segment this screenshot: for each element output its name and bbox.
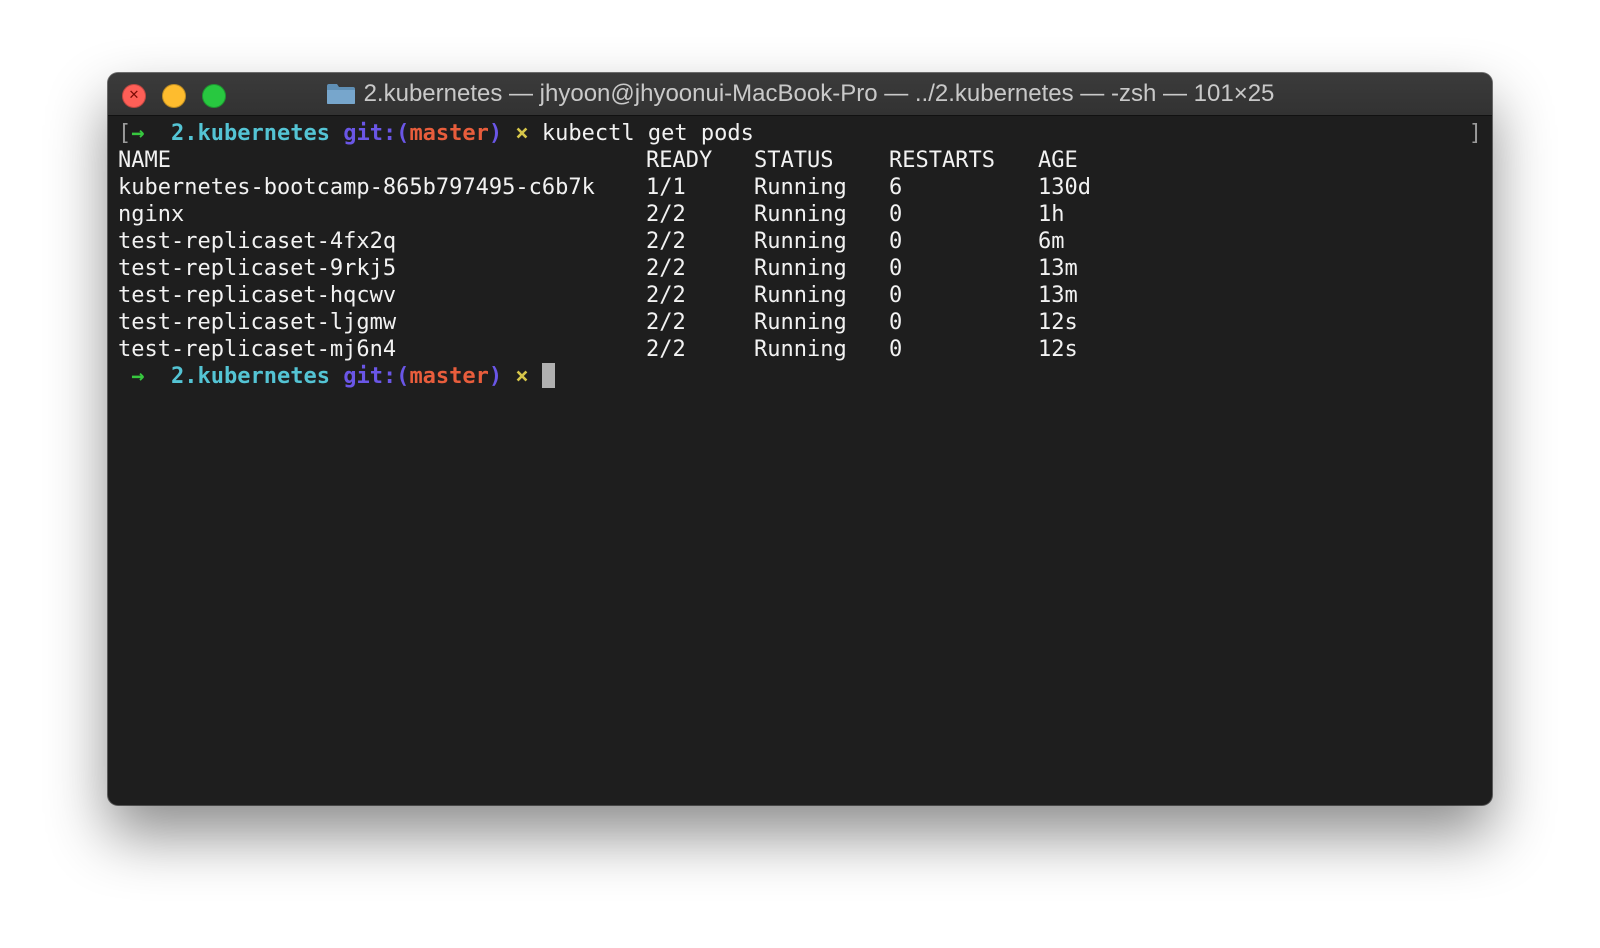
- terminal-content[interactable]: [→ 2.kubernetes git:(master) × kubectl g…: [108, 116, 1492, 805]
- table-row: test-replicaset-mj6n4 2/2 Running 0 12s: [118, 336, 1492, 363]
- prompt-git-prefix: git:(: [343, 364, 410, 389]
- header-age: AGE: [1038, 148, 1078, 173]
- text-cursor[interactable]: [541, 363, 555, 388]
- table-row: nginx 2/2 Running 0 1h: [118, 201, 1492, 228]
- pod-name: kubernetes-bootcamp-865b797495-c6b7k: [118, 175, 595, 200]
- pod-ready: 1/1: [646, 175, 686, 200]
- prompt-line-command: [→ 2.kubernetes git:(master) × kubectl g…: [118, 120, 1492, 147]
- prompt-git-prefix: git:(: [343, 121, 410, 146]
- prompt-directory: 2.kubernetes: [171, 364, 330, 389]
- prompt-dirty-mark: ×: [515, 121, 529, 146]
- pod-restarts: 0: [889, 310, 903, 335]
- header-status: STATUS: [754, 148, 834, 173]
- table-row: test-replicaset-ljgmw 2/2 Running 0 12s: [118, 309, 1492, 336]
- pod-ready: 2/2: [646, 337, 686, 362]
- window-title-area: 2.kubernetes — jhyoon@jhyoonui-MacBook-P…: [108, 73, 1492, 115]
- pod-restarts: 0: [889, 337, 903, 362]
- pod-name: nginx: [118, 202, 185, 227]
- pod-name: test-replicaset-4fx2q: [118, 229, 397, 254]
- pod-status: Running: [754, 337, 847, 362]
- table-row: test-replicaset-9rkj5 2/2 Running 0 13m: [118, 255, 1492, 282]
- prompt-branch: master: [409, 121, 489, 146]
- prompt-git-suffix: ): [488, 364, 503, 389]
- title-bar[interactable]: ✕ 2.kubernetes — jhyoon@jhyoonui-MacBook…: [108, 73, 1492, 116]
- table-row: test-replicaset-hqcwv 2/2 Running 0 13m: [118, 282, 1492, 309]
- pod-ready: 2/2: [646, 202, 686, 227]
- table-row: test-replicaset-4fx2q 2/2 Running 0 6m: [118, 228, 1492, 255]
- pod-age: 1h: [1038, 202, 1065, 227]
- pod-restarts: 0: [889, 256, 903, 281]
- prompt-git-suffix: ): [488, 121, 503, 146]
- pod-age: 12s: [1038, 310, 1078, 335]
- pod-restarts: 0: [889, 229, 903, 254]
- terminal-window: ✕ 2.kubernetes — jhyoon@jhyoonui-MacBook…: [108, 73, 1492, 805]
- prompt-dirty-mark: ×: [515, 364, 529, 389]
- table-row: kubernetes-bootcamp-865b797495-c6b7k 1/1…: [118, 174, 1492, 201]
- folder-icon: [326, 84, 355, 104]
- pod-name: test-replicaset-ljgmw: [118, 310, 397, 335]
- pod-age: 6m: [1038, 229, 1065, 254]
- pod-ready: 2/2: [646, 283, 686, 308]
- pod-restarts: 0: [889, 202, 903, 227]
- pod-name: test-replicaset-9rkj5: [118, 256, 397, 281]
- pod-restarts: 6: [889, 175, 903, 200]
- pod-ready: 2/2: [646, 229, 686, 254]
- pod-age: 13m: [1038, 283, 1078, 308]
- header-restarts: RESTARTS: [889, 148, 995, 173]
- prompt-branch: master: [409, 364, 489, 389]
- pod-name: test-replicaset-mj6n4: [118, 337, 397, 362]
- window-title: 2.kubernetes — jhyoon@jhyoonui-MacBook-P…: [363, 80, 1275, 107]
- header-ready: READY: [646, 148, 713, 173]
- prompt-directory: 2.kubernetes: [171, 121, 330, 146]
- pod-age: 12s: [1038, 337, 1078, 362]
- pod-status: Running: [754, 229, 847, 254]
- pod-name: test-replicaset-hqcwv: [118, 283, 397, 308]
- pod-status: Running: [754, 202, 847, 227]
- pod-ready: 2/2: [646, 310, 686, 335]
- pod-age: 13m: [1038, 256, 1078, 281]
- pod-restarts: 0: [889, 283, 903, 308]
- prompt-open-bracket: [: [118, 121, 132, 146]
- prompt-arrow: →: [131, 121, 145, 146]
- pod-status: Running: [754, 175, 847, 200]
- table-header-row: NAME READY STATUS RESTARTS AGE: [118, 147, 1492, 174]
- pod-status: Running: [754, 256, 847, 281]
- pod-age: 130d: [1038, 175, 1091, 200]
- pod-status: Running: [754, 283, 847, 308]
- pod-ready: 2/2: [646, 256, 686, 281]
- command-text: kubectl get pods: [541, 121, 754, 146]
- prompt-line-current: → 2.kubernetes git:(master) ×: [118, 363, 1492, 390]
- pod-status: Running: [754, 310, 847, 335]
- header-name: NAME: [118, 148, 171, 173]
- prompt-arrow: →: [131, 364, 145, 389]
